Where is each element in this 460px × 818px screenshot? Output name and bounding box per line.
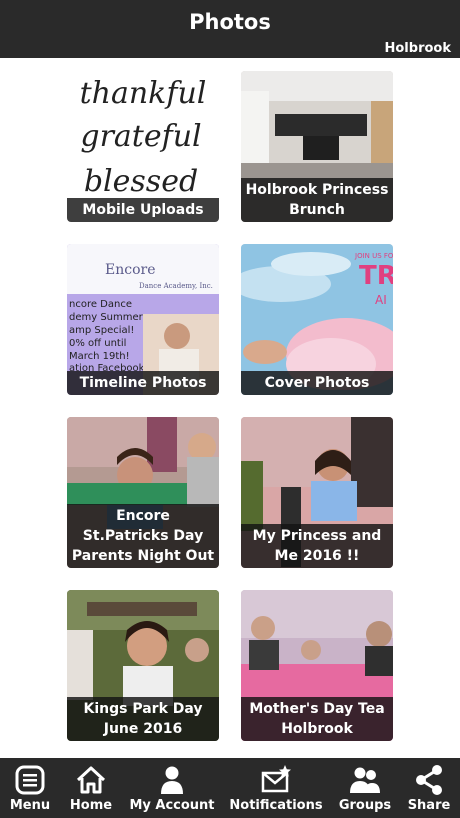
share-icon xyxy=(416,765,442,795)
thumbnail-text: JOIN US FO xyxy=(354,252,393,260)
thumbnail-logo: Encore xyxy=(105,262,155,278)
album-caption: Cover Photos xyxy=(241,371,393,395)
tab-label: Notifications xyxy=(229,798,323,813)
page-title: Photos xyxy=(189,10,271,34)
thumbnail-text: March 19th! xyxy=(69,351,130,362)
album-tile-encore-st-patricks[interactable]: Encore St.Patricks Day Parents Night Out xyxy=(67,417,219,568)
app-header: Photos Holbrook xyxy=(0,0,460,58)
thumbnail-word: blessed xyxy=(84,164,198,199)
album-tile-timeline-photos[interactable]: Encore Dance Academy, Inc. ncore Dance d… xyxy=(67,244,219,395)
album-tile-holbrook-princess-brunch[interactable]: Holbrook Princess Brunch xyxy=(241,71,393,222)
album-tile-my-princess-and-me[interactable]: My Princess and Me 2016 !! xyxy=(241,417,393,568)
album-caption: Holbrook Princess Brunch xyxy=(241,178,393,222)
tab-label: Home xyxy=(69,798,113,813)
album-grid: thankful grateful blessed Mobile Uploads… xyxy=(0,58,460,758)
tab-label: Groups xyxy=(338,798,392,813)
groups-icon xyxy=(350,767,380,793)
account-icon xyxy=(161,766,183,794)
thumbnail-text: AI xyxy=(375,293,387,307)
album-caption: Mother's Day Tea Holbrook xyxy=(241,697,393,741)
tab-notifications[interactable]: Notifications xyxy=(228,758,324,818)
album-tile-cover-photos[interactable]: JOIN US FO TR AI Cover Photos xyxy=(241,244,393,395)
bottom-tab-bar: Menu Home My Account Notifications Group… xyxy=(0,758,460,818)
thumbnail-word: thankful xyxy=(80,76,207,111)
thumbnail-logo-sub: Dance Academy, Inc. xyxy=(139,282,213,290)
album-tile-mothers-day-tea[interactable]: Mother's Day Tea Holbrook xyxy=(241,590,393,741)
tab-label: My Account xyxy=(129,798,215,813)
tab-label: Menu xyxy=(9,798,51,813)
menu-icon xyxy=(15,765,45,795)
notifications-icon xyxy=(261,765,291,793)
album-caption: Timeline Photos xyxy=(67,371,219,395)
album-caption: Encore St.Patricks Day Parents Night Out xyxy=(67,504,219,568)
home-icon xyxy=(76,766,106,794)
album-caption: Mobile Uploads xyxy=(67,198,219,222)
thumbnail-word: grateful xyxy=(80,119,201,154)
album-tile-kings-park-day[interactable]: Kings Park Day June 2016 xyxy=(67,590,219,741)
album-tile-mobile-uploads[interactable]: thankful grateful blessed Mobile Uploads xyxy=(67,71,219,222)
album-caption: My Princess and Me 2016 !! xyxy=(241,524,393,568)
tab-home[interactable]: Home xyxy=(60,758,122,818)
tab-share[interactable]: Share xyxy=(400,758,458,818)
tab-menu[interactable]: Menu xyxy=(0,758,60,818)
thumbnail-text: 0% off until xyxy=(69,338,126,349)
album-caption: Kings Park Day June 2016 xyxy=(67,697,219,741)
thumbnail-text: ncore Dance xyxy=(69,299,132,310)
thumbnail-text: amp Special! xyxy=(69,325,134,336)
location-label: Holbrook xyxy=(384,41,452,56)
tab-my-account[interactable]: My Account xyxy=(124,758,220,818)
tab-groups[interactable]: Groups xyxy=(334,758,396,818)
thumbnail-text: demy Summer xyxy=(69,312,144,323)
thumbnail-text: TR xyxy=(359,261,393,291)
tab-label: Share xyxy=(407,798,451,813)
